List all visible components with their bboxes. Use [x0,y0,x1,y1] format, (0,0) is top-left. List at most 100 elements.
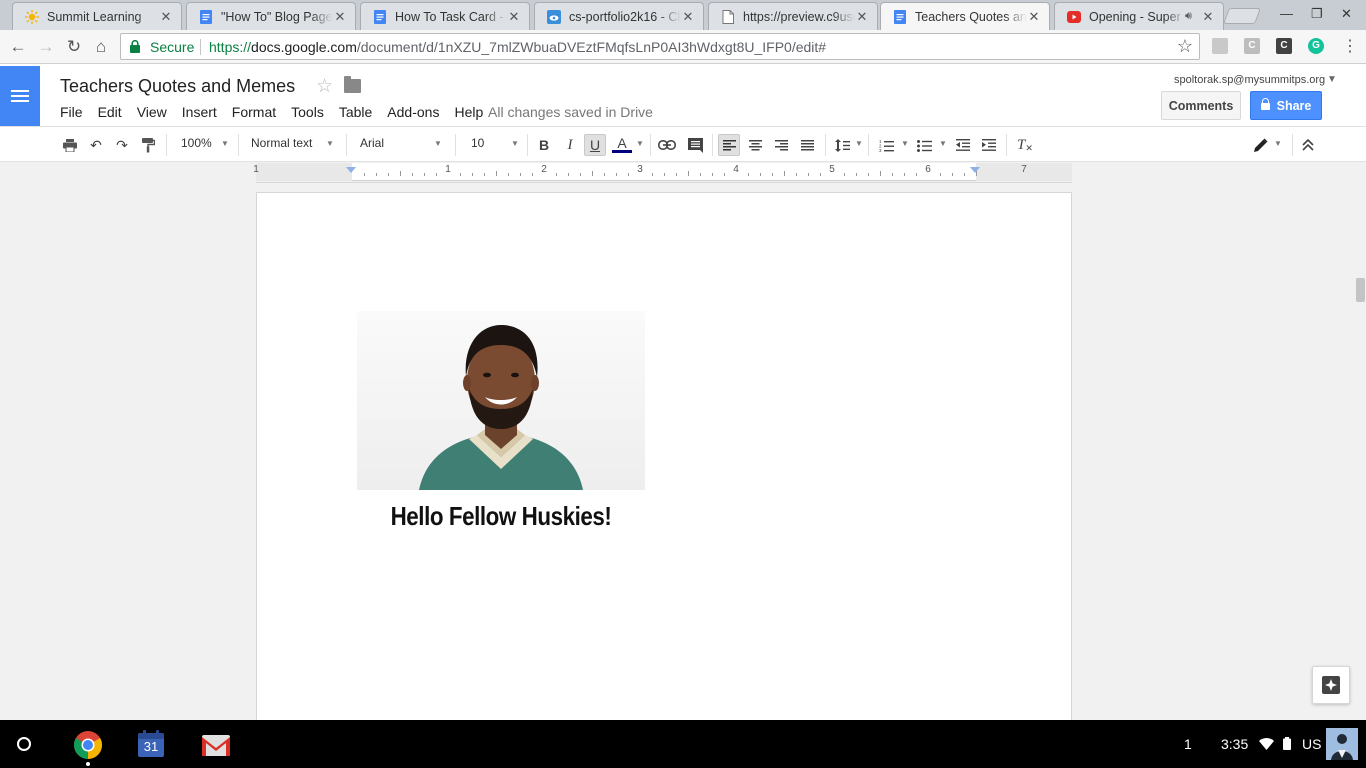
menu-help[interactable]: Help [454,104,483,120]
bold-button[interactable]: B [533,134,555,156]
home-icon[interactable]: ⌂ [91,37,111,57]
close-tab-icon[interactable]: ✕ [159,9,173,25]
horizontal-ruler[interactable]: 1 1 2 3 4 5 6 7 [253,163,1072,181]
account-caret-icon[interactable]: ▼ [1327,74,1337,85]
input-method[interactable]: US [1302,736,1321,752]
chevron-down-icon[interactable]: ▼ [939,139,947,148]
account-email[interactable]: spoltorak.sp@mysummitps.org [1174,74,1325,86]
redo-icon[interactable]: ↷ [111,134,133,156]
font-size-select[interactable]: 10 [471,136,484,150]
underline-button[interactable]: U [584,134,606,156]
chevron-down-icon[interactable]: ▼ [326,139,334,148]
paint-format-icon[interactable] [137,134,159,156]
folder-icon[interactable] [344,76,361,93]
insert-comment-icon[interactable] [684,134,706,156]
close-tab-icon[interactable]: ✕ [333,9,347,25]
zoom-select[interactable]: 100% [181,136,212,150]
extension-c-dark-icon[interactable]: C [1276,38,1292,54]
back-arrow-icon[interactable]: ← [8,37,28,57]
chevron-down-icon[interactable]: ▼ [221,139,229,148]
chevron-down-icon[interactable]: ▼ [434,139,442,148]
calendar-icon[interactable]: 31 [137,730,167,760]
align-left-icon[interactable] [718,134,740,156]
collapse-menus-icon[interactable] [1297,134,1319,156]
menu-file[interactable]: File [60,104,83,120]
notification-count[interactable]: 1 [1184,736,1192,752]
menu-add-ons[interactable]: Add-ons [387,104,439,120]
menu-insert[interactable]: Insert [182,104,217,120]
italic-button[interactable]: I [559,134,581,156]
left-indent-marker[interactable] [346,167,356,173]
decrease-indent-icon[interactable] [952,134,974,156]
comments-button[interactable]: Comments [1161,91,1241,120]
wifi-icon[interactable] [1259,737,1274,753]
font-family-select[interactable]: Arial [360,136,384,150]
page-heading[interactable]: Hello Fellow Huskies! [377,501,625,532]
menu-view[interactable]: View [137,104,167,120]
chevron-down-icon[interactable]: ▼ [511,139,519,148]
docs-offline-extension-icon[interactable] [1212,38,1228,54]
star-document-icon[interactable]: ☆ [316,75,333,98]
line-spacing-icon[interactable] [831,134,853,156]
tab-teachers-quotes[interactable]: Teachers Quotes and Memes ✕ [880,2,1050,30]
editing-mode-pencil-icon[interactable] [1250,134,1272,156]
chevron-down-icon[interactable]: ▼ [1274,139,1282,148]
maximize-icon[interactable]: ❐ [1311,6,1323,22]
menu-edit[interactable]: Edit [98,104,122,120]
close-tab-icon[interactable]: ✕ [681,9,695,25]
increase-indent-icon[interactable] [978,134,1000,156]
bulleted-list-icon[interactable] [913,134,935,156]
close-tab-icon[interactable]: ✕ [855,9,869,25]
menu-tools[interactable]: Tools [291,104,324,120]
tab-how-to-task-card[interactable]: How To Task Card - Google Docs ✕ [360,2,530,30]
chevron-down-icon[interactable]: ▼ [901,139,909,148]
text-color-button[interactable]: A [611,134,633,156]
insert-link-icon[interactable] [656,134,678,156]
tab-summit-learning[interactable]: Summit Learning ✕ [12,2,182,30]
menu-format[interactable]: Format [232,104,276,120]
chrome-icon[interactable] [73,730,103,760]
new-tab-button[interactable] [1223,8,1261,24]
tab-how-to-blog-page[interactable]: "How To" Blog Page | Google Docs ✕ [186,2,356,30]
close-tab-icon[interactable]: ✕ [507,9,521,25]
extension-c-gray-icon[interactable]: C [1244,38,1260,54]
explore-button[interactable] [1312,666,1350,704]
document-title[interactable]: Teachers Quotes and Memes [60,76,295,97]
battery-icon[interactable] [1283,737,1291,753]
tab-c9-preview[interactable]: https://preview.c9users.io ✕ [708,2,878,30]
document-page[interactable]: Hello Fellow Huskies! [256,192,1072,720]
numbered-list-icon[interactable]: 123 [875,134,897,156]
close-window-icon[interactable]: ✕ [1341,6,1352,22]
save-status[interactable]: All changes saved in Drive [488,104,653,120]
paragraph-style-select[interactable]: Normal text [251,136,312,150]
bookmark-star-icon[interactable]: ☆ [1177,36,1193,57]
align-center-icon[interactable] [744,134,766,156]
close-tab-icon[interactable]: ✕ [1201,9,1215,25]
docs-home-icon[interactable] [0,66,40,126]
minimize-icon[interactable]: — [1280,6,1293,21]
print-icon[interactable] [59,134,81,156]
url-text[interactable]: https://docs.google.com/document/d/1nXZU… [209,39,826,55]
align-justify-icon[interactable] [796,134,818,156]
gmail-icon[interactable] [201,730,231,760]
align-right-icon[interactable] [770,134,792,156]
chevron-down-icon[interactable]: ▼ [636,139,644,148]
chevron-down-icon[interactable]: ▼ [855,139,863,148]
user-avatar[interactable] [1326,728,1358,760]
reload-icon[interactable]: ↻ [64,37,84,57]
clear-formatting-icon[interactable]: T ✕ [1014,134,1036,156]
speaker-icon[interactable]: 🔊︎ [1185,10,1201,23]
vertical-scrollbar-thumb[interactable] [1356,278,1365,302]
grammarly-extension-icon[interactable]: G [1308,38,1324,54]
app-launcher-icon[interactable] [17,737,31,751]
right-indent-marker[interactable] [970,167,980,173]
close-tab-icon[interactable]: ✕ [1027,9,1041,25]
address-bar[interactable]: Secure https://docs.google.com/document/… [120,33,1200,60]
clock-time[interactable]: 3:35 [1221,736,1248,752]
tab-youtube-opening[interactable]: Opening - Super Smash 🔊︎ ✕ [1054,2,1224,30]
forward-arrow-icon[interactable]: → [36,37,56,57]
share-button[interactable]: Share [1250,91,1322,120]
inline-photo[interactable] [357,311,645,490]
tab-cloud9-portfolio[interactable]: cs-portfolio2k16 - Cloud9 ✕ [534,2,704,30]
undo-icon[interactable]: ↶ [85,134,107,156]
